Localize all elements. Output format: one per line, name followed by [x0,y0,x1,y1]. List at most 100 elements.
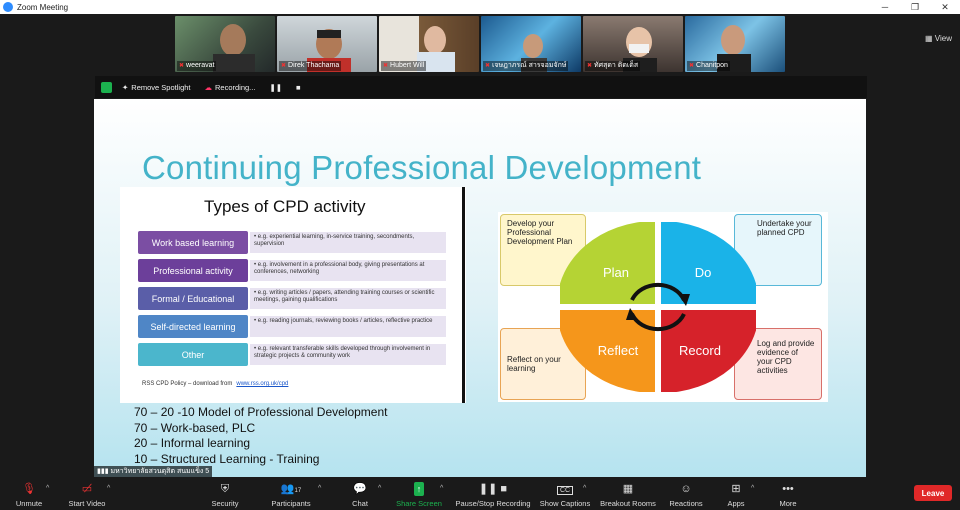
zoom-logo-icon [3,2,13,12]
cpd-type-label: Other [138,343,248,366]
participants-button[interactable]: 👥17 Participants [256,482,326,508]
cpd-type-desc: • e.g. writing articles / papers, attend… [250,288,446,309]
participant-tile[interactable]: ✖ Hubert Will [379,16,479,72]
active-speaker-tag: ▮▮▮ มหาวิทยาลัยสวนดุสิต สนมแข็ง 5 [94,466,213,477]
cpd-type-label: Professional activity [138,259,248,282]
model-line: 70 – 20 -10 Model of Professional Develo… [134,405,388,419]
pause-icon: ❚❚ [269,82,283,92]
muted-mic-icon: ✖ [383,63,389,69]
more-button[interactable]: ••• More [753,482,823,508]
chevron-up-icon[interactable]: ^ [318,485,321,492]
leave-button[interactable]: Leave [914,485,952,501]
cpd-type-label: Work based learning [138,231,248,254]
share-screen-button[interactable]: ↑ Share Screen [384,482,454,508]
cloud-icon: ☁ [204,82,213,92]
chevron-up-icon[interactable]: ^ [107,485,110,492]
active-speaker-name: มหาวิทยาลัยสวนดุสิต สนมแข็ง 5 [110,468,210,475]
muted-mic-icon: ✖ [689,63,695,69]
participant-gallery: ✖ weeravat ✖ Direk Thachama ✖ Hubert Will ✖… [0,14,960,74]
footer-text: RSS CPD Policy – download from [142,381,233,387]
muted-mic-icon: 🎙 [22,483,36,495]
spotlight-bar: ✦ Remove Spotlight ☁ Recording... ❚❚ ■ [95,76,867,98]
minimize-icon[interactable]: ─ [870,0,900,14]
participant-name: Direk Thachama [288,62,340,69]
cpd-type-desc: • e.g. involvement in a professional bod… [250,260,446,281]
model-line: 10 – Structured Learning - Training [134,451,320,466]
view-button[interactable]: ▦ View [925,34,952,43]
cpd-types-heading: Types of CPD activity [204,197,366,216]
captions-icon: CC [556,482,574,496]
chevron-up-icon[interactable]: ^ [583,485,586,492]
apps-label: Apps [727,499,745,508]
participant-tile[interactable]: ✖ Chanitpon [685,16,785,72]
pause-stop-recording-button[interactable]: ❚❚ ■ Pause/Stop Recording [455,482,531,508]
recording-label: Recording... [215,82,256,92]
cpd-policy-footer: RSS CPD Policy – download from www.rss.or… [142,381,288,387]
shield-icon [101,81,112,93]
slide-divider [462,187,465,403]
cpd-type-desc: • e.g. reading journals, reviewing books… [250,316,446,337]
participant-tile[interactable]: ✖ เจษฎาภรณ์ สารจอมจักษ์ [481,16,581,72]
apps-icon: ⊞ [731,483,741,495]
cpd-type-label: Formal / Educational [138,287,248,310]
security-label: Security [211,499,239,508]
cpd-type-row: Formal / Educational • e.g. writing arti… [138,287,448,310]
participants-label: Participants [271,499,311,508]
pin-icon: ✦ [122,82,129,92]
plan-label: Plan [603,265,629,280]
title-bar: Zoom Meeting [0,0,960,14]
stop-icon: ■ [296,82,301,92]
muted-mic-icon: ✖ [485,63,491,69]
pause-stop-icon: ❚❚ ■ [478,483,508,495]
close-icon[interactable]: ✕ [930,0,960,14]
participant-name: เจษฎาภรณ์ สารจอมจักษ์ [492,62,567,69]
show-captions-button[interactable]: CC Show Captions [530,482,600,508]
remove-spotlight-button[interactable]: ✦ Remove Spotlight [122,83,191,92]
chevron-up-icon[interactable]: ^ [378,485,381,492]
participant-name: ทัศสุดา ติดเต็ส [594,62,639,69]
recording-indicator: ☁ Recording... [205,83,256,92]
cpd-cycle-image: Develop your Professional Development Pl… [498,212,828,402]
cpd-type-desc: • e.g. relevant transferable skills deve… [250,344,446,365]
breakout-rooms-label: Breakout Rooms [600,499,656,508]
chat-label: Chat [352,499,368,508]
shield-icon: ⛨ [220,483,230,495]
chat-icon: 💬 [353,483,367,495]
muted-mic-icon: ✖ [587,63,593,69]
start-video-button[interactable]: ▭̸ Start Video [52,482,122,508]
model-line: 20 – Informal learning [134,436,251,450]
share-screen-label: Share Screen [396,499,442,508]
chevron-up-icon[interactable]: ^ [46,485,49,492]
cpd-type-desc: • e.g. experiential learning, in-service… [250,232,446,253]
restore-icon[interactable]: ❐ [900,0,930,14]
meeting-toolbar: 🎙 Unmute ^ ▭̸ Start Video ^ ⛨ Security 👥… [0,478,960,510]
participant-tile[interactable]: ✖ Direk Thachama [277,16,377,72]
pause-recording-label: Pause/Stop Recording [455,499,531,508]
record-label: Record [679,343,721,358]
remove-spotlight-label: Remove Spotlight [131,82,191,92]
more-icon: ••• [782,483,794,495]
signal-icon: ▮▮▮ [97,468,111,475]
security-button[interactable]: ⛨ Security [190,482,260,508]
cpd-type-row: Self-directed learning • e.g. reading jo… [138,315,448,338]
footer-link: www.rss.org.uk/cpd [236,381,289,387]
pause-recording-button[interactable]: ❚❚ [269,83,282,92]
do-label: Do [695,265,712,280]
grid-icon: ▦ [622,483,634,495]
participant-tile[interactable]: ✖ ทัศสุดา ติดเต็ส [583,16,683,72]
shared-screen: Continuing Professional Development Type… [94,99,866,477]
start-video-label: Start Video [68,499,106,508]
cpd-type-row: Professional activity • e.g. involvement… [138,259,448,282]
participants-count: 17 [294,488,302,494]
chevron-up-icon[interactable]: ^ [440,485,443,492]
reflect-label: Reflect [598,343,639,358]
cpd-type-row: Other • e.g. relevant transferable skill… [138,343,448,366]
show-captions-label: Show Captions [539,499,591,508]
share-screen-icon: ↑ [413,482,425,496]
pdca-cycle-diagram: Plan Do Reflect Record [560,222,756,392]
grid-icon: ▦ [925,34,933,43]
window-title: Zoom Meeting [17,2,69,12]
muted-mic-icon: ✖ [281,63,287,69]
stop-recording-button[interactable]: ■ [296,83,301,92]
participant-tile[interactable]: ✖ weeravat [175,16,275,72]
